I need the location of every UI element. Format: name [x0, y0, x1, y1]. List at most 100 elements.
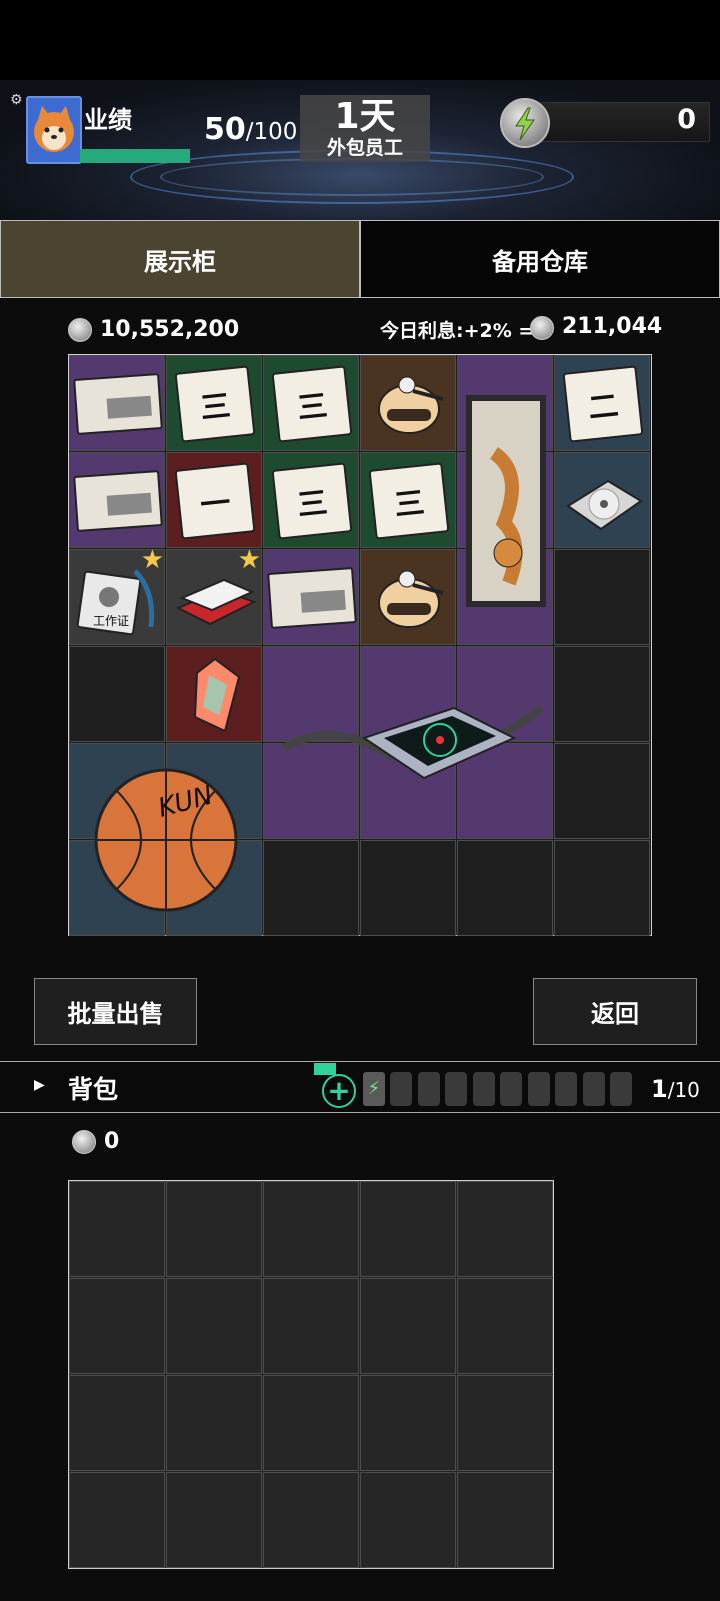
item-card-three[interactable]: 三: [263, 452, 360, 549]
add-slot-icon[interactable]: +: [322, 1074, 356, 1108]
backpack-cell[interactable]: [457, 1278, 553, 1374]
backpack-slot: [445, 1072, 467, 1106]
item-card-two-art: 二: [562, 364, 643, 443]
coin-icon: [68, 318, 92, 342]
item-disc-art: [565, 479, 643, 530]
item-beetle-gadget-art: [377, 376, 444, 434]
grid-cell[interactable]: [554, 743, 650, 839]
backpack-cell[interactable]: [457, 1472, 553, 1568]
backpack-count-current: 1: [651, 1075, 668, 1103]
backpack-cell[interactable]: [263, 1278, 359, 1374]
item-card-three[interactable]: 三: [360, 452, 457, 549]
backpack-slot: [472, 1072, 495, 1106]
grid-cell[interactable]: [457, 840, 553, 936]
backpack-cell[interactable]: [457, 1375, 553, 1471]
item-radar-device[interactable]: [263, 646, 554, 840]
item-cigarette-pack-art: [175, 578, 256, 625]
tab-spare-storage[interactable]: 备用仓库: [360, 220, 720, 298]
stage-ring-inner: [160, 158, 544, 196]
grid-cell[interactable]: [554, 646, 650, 742]
item-card-two[interactable]: 二: [554, 355, 651, 452]
tab-display-cabinet[interactable]: 展示柜: [0, 220, 360, 298]
item-beetle-gadget[interactable]: [360, 549, 457, 646]
item-crystal-art: [193, 657, 240, 732]
backpack-slot: [417, 1072, 440, 1106]
money-balance: 10,552,200: [100, 317, 240, 342]
coin-icon: [530, 316, 554, 340]
item-card-three[interactable]: 三: [263, 355, 360, 452]
battery-slot-icon: ⚡: [363, 1072, 385, 1106]
grid-cell[interactable]: [69, 646, 165, 742]
performance-counter: 50/100: [204, 112, 297, 147]
item-card-one-art: 一: [174, 461, 255, 540]
item-ticket-card[interactable]: [69, 355, 166, 452]
job-title: 外包员工: [326, 137, 403, 159]
item-basketball[interactable]: KUN: [69, 743, 263, 937]
backpack-cell[interactable]: [263, 1181, 359, 1277]
day-value: 1天: [334, 96, 396, 137]
item-beetle-gadget-art: [377, 570, 444, 628]
backpack-cell[interactable]: [69, 1375, 165, 1471]
performance-current: 50: [204, 112, 246, 147]
grid-cell[interactable]: [360, 840, 456, 936]
item-tiger-scroll-art: [465, 394, 546, 607]
backpack-cell[interactable]: [69, 1181, 165, 1277]
backpack-slot: [555, 1072, 577, 1106]
coin-icon: [72, 1130, 96, 1154]
backpack-cell[interactable]: [166, 1472, 262, 1568]
grid-cell[interactable]: [263, 840, 359, 936]
backpack-label: 背包: [68, 1075, 119, 1104]
player-avatar[interactable]: [26, 96, 82, 164]
item-card-one[interactable]: 一: [166, 452, 263, 549]
backpack-cell[interactable]: [457, 1181, 553, 1277]
interest-value: 211,044: [562, 314, 663, 339]
backpack-cell[interactable]: [166, 1181, 262, 1277]
item-card-three[interactable]: 三: [166, 355, 263, 452]
backpack-slot: [500, 1072, 522, 1106]
backpack-cell[interactable]: [360, 1375, 456, 1471]
back-button[interactable]: 返回: [533, 978, 697, 1045]
item-crystal[interactable]: [166, 646, 263, 743]
backpack-grid: [68, 1180, 554, 1569]
performance-max: /100: [245, 119, 298, 145]
backpack-cell[interactable]: [69, 1278, 165, 1374]
sell-all-button[interactable]: 批量出售: [34, 978, 197, 1045]
item-disc[interactable]: [554, 452, 651, 549]
grid-cell[interactable]: [554, 840, 650, 936]
item-ticket-card[interactable]: [263, 549, 360, 646]
backpack-cell[interactable]: [360, 1278, 456, 1374]
item-card-three-art: 三: [368, 461, 449, 540]
expand-arrow-icon[interactable]: ▶: [34, 1077, 45, 1093]
backpack-count: 1/10: [651, 1075, 700, 1103]
energy-coin-icon[interactable]: [500, 98, 550, 148]
item-ticket-card-art: [72, 469, 163, 532]
item-tiger-scroll[interactable]: [457, 355, 554, 646]
item-id-badge[interactable]: 工作证 ★: [69, 545, 166, 646]
backpack-cell[interactable]: [166, 1375, 262, 1471]
backpack-cell[interactable]: [263, 1375, 359, 1471]
backpack-slot: [610, 1072, 632, 1106]
backpack-slot: [390, 1072, 412, 1106]
item-cigarette-pack[interactable]: ★: [166, 545, 263, 646]
item-radar-device-art: [281, 704, 544, 780]
backpack-cell[interactable]: [360, 1181, 456, 1277]
performance-label: 业绩: [84, 106, 132, 134]
item-card-three-art: 三: [271, 364, 352, 443]
settings-gear-icon[interactable]: ⚙: [10, 92, 23, 108]
backpack-cell[interactable]: [69, 1472, 165, 1568]
item-ticket-card[interactable]: [69, 452, 166, 549]
backpack-cell[interactable]: [166, 1278, 262, 1374]
backpack-count-max: /10: [667, 1078, 700, 1102]
grid-cell[interactable]: [554, 549, 650, 645]
svg-text:工作证: 工作证: [93, 614, 129, 628]
backpack-cell[interactable]: [263, 1472, 359, 1568]
backpack-slot: [527, 1072, 550, 1106]
item-beetle-gadget[interactable]: [360, 355, 457, 452]
interest-label: 今日利息:+2% =: [380, 320, 535, 342]
item-ticket-card-art: [72, 372, 163, 435]
star-icon: ★: [140, 545, 164, 575]
item-basketball-art: KUN: [94, 768, 238, 912]
backpack-money: 0: [104, 1129, 120, 1154]
backpack-cell[interactable]: [360, 1472, 456, 1568]
display-cabinet-grid: 三三二一三三工作证 ★ ★ KUN: [68, 354, 652, 936]
